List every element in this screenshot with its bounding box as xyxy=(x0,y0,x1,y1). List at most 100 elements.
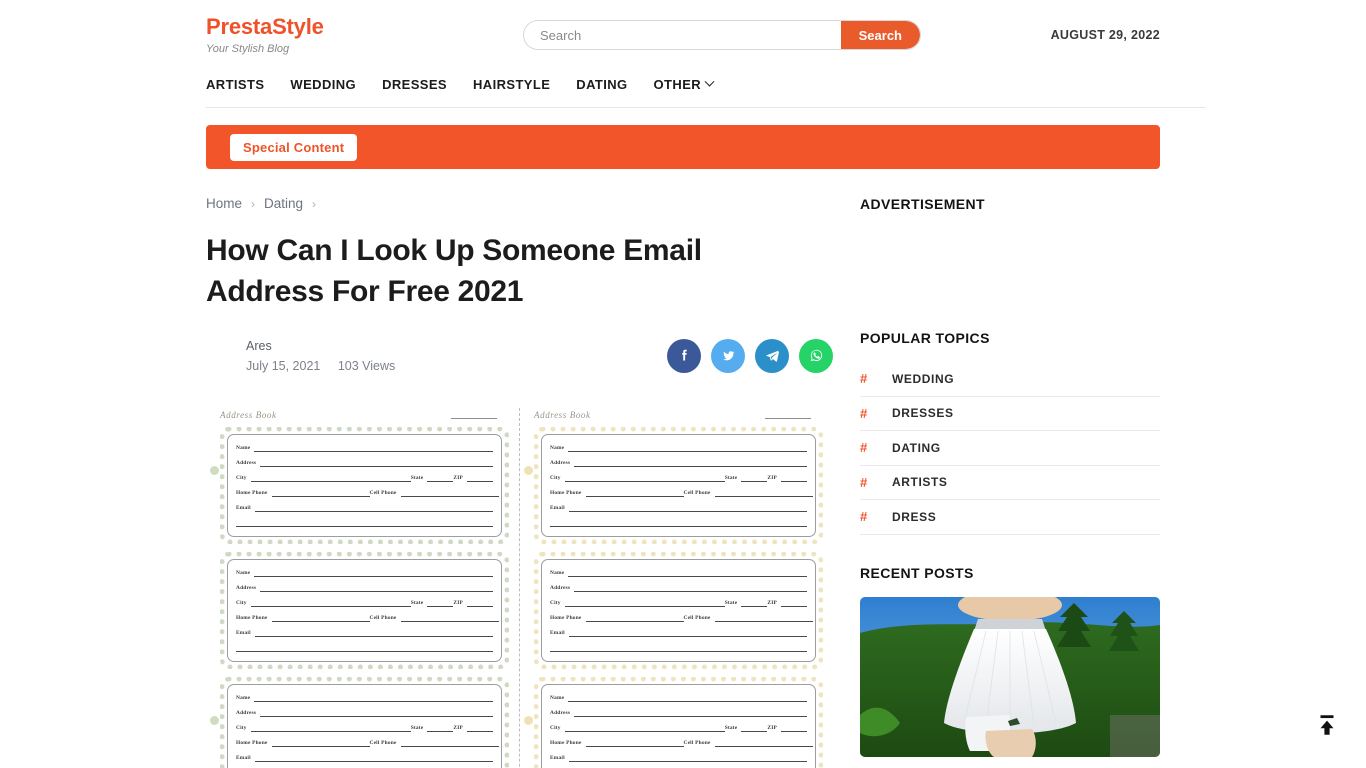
address-card-inner: Name Address City State ZIP Home Phone Cell Ph… xyxy=(227,433,502,537)
address-field-label: ZIP xyxy=(453,600,463,607)
post-author[interactable]: Ares xyxy=(246,336,409,356)
hash-icon: # xyxy=(860,405,868,421)
address-field-line xyxy=(400,490,499,497)
address-field-row: Email xyxy=(550,751,807,762)
address-card: Name Address City State ZIP Home Phone Cell Ph… xyxy=(524,426,823,544)
address-field-label: Home Phone xyxy=(550,740,582,747)
search-button[interactable]: Search xyxy=(840,21,920,49)
address-field-label: State xyxy=(724,600,738,607)
recent-posts-section: RECENT POSTS xyxy=(860,565,1160,757)
address-field-row: Address xyxy=(550,456,807,467)
hash-icon: # xyxy=(860,509,868,525)
address-card-stack: Name Address City State ZIP Home Phone Cell Ph… xyxy=(210,426,509,768)
telegram-icon xyxy=(765,350,779,362)
nav-item-other[interactable]: OTHER xyxy=(654,76,715,92)
arrow-up-to-line-icon xyxy=(1320,715,1334,735)
popular-topic-item[interactable]: # DRESSES xyxy=(860,397,1160,431)
popular-topic-label: DRESS xyxy=(892,509,937,524)
chevron-down-icon xyxy=(704,76,715,87)
nav-item-artists[interactable]: ARTISTS xyxy=(206,77,264,92)
site-header: PrestaStyle Your Stylish Blog Search AUG… xyxy=(0,0,1366,107)
nav-item-wedding[interactable]: WEDDING xyxy=(290,77,356,92)
popular-topic-item[interactable]: # DRESS xyxy=(860,500,1160,535)
address-field-label: State xyxy=(724,475,738,482)
share-telegram-button[interactable] xyxy=(755,338,789,373)
address-field-line xyxy=(271,740,370,747)
address-field-label: Home Phone xyxy=(236,740,268,747)
address-field-line xyxy=(260,585,493,592)
address-field-label: Address xyxy=(236,460,257,467)
address-field-line xyxy=(781,725,807,732)
address-field-label: City xyxy=(550,600,561,607)
nav-item-dresses[interactable]: DRESSES xyxy=(382,77,447,92)
post-views: 103 Views xyxy=(337,358,396,373)
address-field-row xyxy=(236,516,493,527)
advertisement-slot xyxy=(860,212,1160,330)
address-field-label: Email xyxy=(236,630,251,637)
popular-topic-label: DRESSES xyxy=(892,406,954,421)
address-field-row: Name xyxy=(550,691,807,702)
recent-post-thumbnail[interactable] xyxy=(860,596,1160,757)
address-field-line xyxy=(714,490,813,497)
address-field-line xyxy=(574,710,807,717)
share-whatsapp-button[interactable] xyxy=(799,338,833,373)
header-top-row: PrestaStyle Your Stylish Blog Search AUG… xyxy=(206,0,1160,70)
address-field-line xyxy=(574,585,807,592)
popular-topic-item[interactable]: # WEDDING xyxy=(860,362,1160,397)
address-field-line xyxy=(467,725,493,732)
address-field-label: ZIP xyxy=(767,600,777,607)
breadcrumb-item-dating[interactable]: Dating xyxy=(264,196,303,211)
binder-dot xyxy=(210,465,219,475)
avatar xyxy=(206,338,240,373)
address-field-line xyxy=(271,490,370,497)
address-field-line xyxy=(564,600,725,607)
address-field-row: City State ZIP xyxy=(550,596,807,607)
address-field-line xyxy=(260,710,493,717)
nav-item-hairstyle[interactable]: HAIRSTYLE xyxy=(473,77,550,92)
address-field-label: Cell Phone xyxy=(683,615,711,622)
nav-item-dating[interactable]: DATING xyxy=(576,77,627,92)
share-twitter-button[interactable] xyxy=(711,338,745,373)
address-field-label: ZIP xyxy=(767,725,777,732)
address-field-label: Email xyxy=(550,755,565,762)
address-field-label: Name xyxy=(550,570,565,577)
address-field-row: Address xyxy=(236,581,493,592)
address-field-line xyxy=(781,600,807,607)
address-field-line xyxy=(741,475,768,482)
facebook-icon xyxy=(681,349,687,361)
search-input[interactable] xyxy=(524,21,841,49)
nav-label: ARTISTS xyxy=(206,77,265,92)
address-card: Name Address City State ZIP Home Phone Cell Ph… xyxy=(524,676,823,768)
popular-topic-item[interactable]: # ARTISTS xyxy=(860,466,1160,500)
breadcrumb-item-home[interactable]: Home xyxy=(206,196,242,211)
address-field-line xyxy=(781,475,807,482)
whatsapp-icon xyxy=(810,349,822,362)
address-card-inner: Name Address City State ZIP Home Phone Cell Ph… xyxy=(227,558,502,662)
hash-icon: # xyxy=(860,474,868,490)
content-area: Home › Dating › How Can I Look Up Someon… xyxy=(206,169,1160,768)
featured-image: Address Book Name Address City State ZIP Home… xyxy=(206,397,833,768)
address-field-row: Address xyxy=(236,706,493,717)
address-field-label: Home Phone xyxy=(550,615,582,622)
address-field-label: State xyxy=(410,600,424,607)
address-card-stack: Name Address City State ZIP Home Phone Cell Ph… xyxy=(524,426,823,768)
post-meta-sub: July 15, 2021 103 Views xyxy=(246,356,409,376)
address-field-label: ZIP xyxy=(453,475,463,482)
popular-topic-label: WEDDING xyxy=(892,371,955,386)
binder-dot xyxy=(210,715,219,725)
address-field-label: City xyxy=(236,725,247,732)
address-field-label: Address xyxy=(550,460,571,467)
special-content-badge[interactable]: Special Content xyxy=(230,133,358,161)
popular-topic-item[interactable]: # DATING xyxy=(860,431,1160,466)
address-card: Name Address City State ZIP Home Phone Cell Ph… xyxy=(220,551,509,669)
header-divider xyxy=(206,107,1206,108)
address-field-row: Home Phone Cell Phone xyxy=(236,611,499,622)
address-book-page-left: Address Book Name Address City State ZIP Home… xyxy=(206,398,519,768)
address-field-line xyxy=(741,600,768,607)
site-brand[interactable]: PrestaStyle Your Stylish Blog xyxy=(206,14,506,55)
address-field-label: Address xyxy=(236,710,257,717)
scroll-to-top-button[interactable] xyxy=(1310,710,1344,740)
address-field-line xyxy=(564,725,725,732)
address-field-row: City State ZIP xyxy=(550,471,807,482)
share-facebook-button[interactable] xyxy=(667,338,701,373)
